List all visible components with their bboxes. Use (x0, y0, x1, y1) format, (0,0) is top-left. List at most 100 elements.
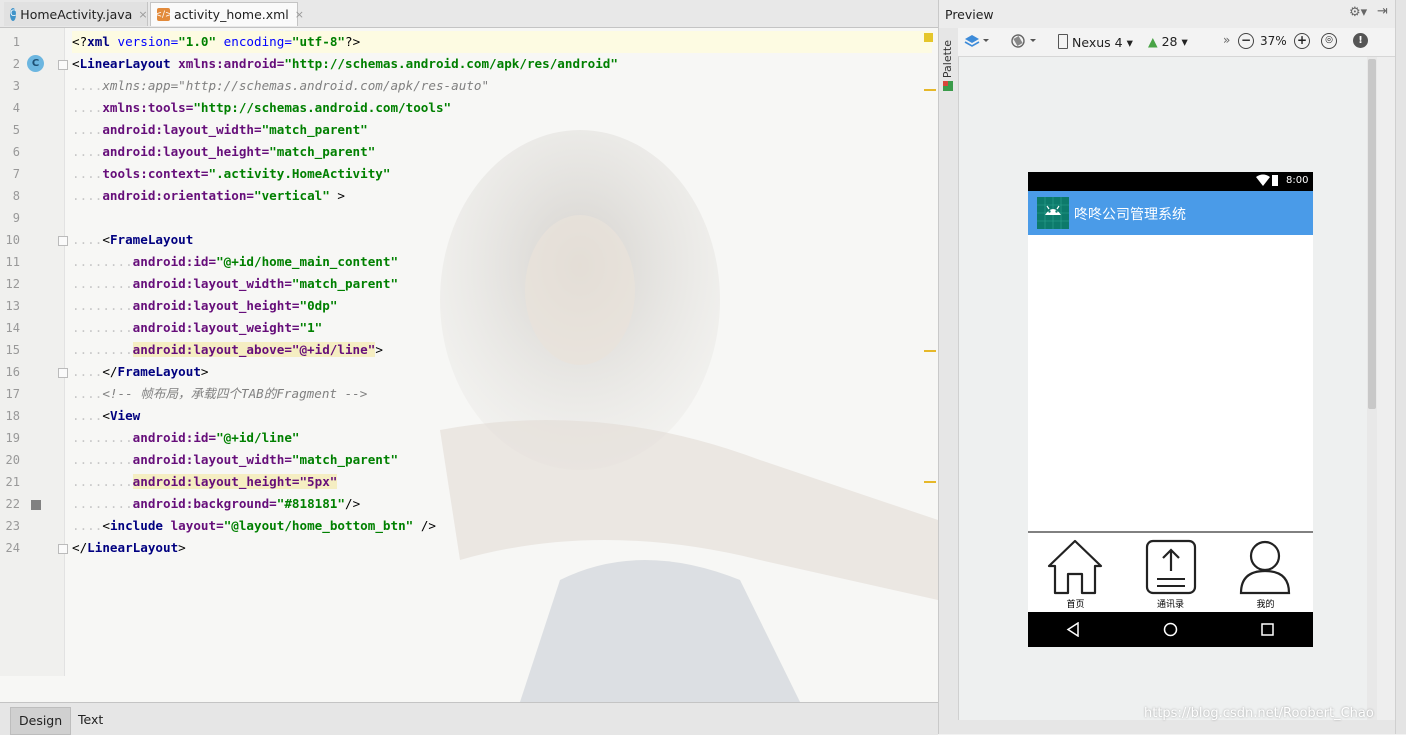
nav-item-contacts[interactable]: 通讯录 (1123, 533, 1218, 612)
code-line[interactable]: ........android:layout_width="match_pare… (72, 449, 932, 471)
code-token: xmlns:app="http://schemas.android.com/ap… (102, 78, 490, 93)
code-line[interactable]: ........android:background="#818181"/> (72, 493, 932, 515)
preview-scrollbar[interactable] (1367, 57, 1377, 720)
device-selector[interactable]: Nexus 4 ▾ (1058, 34, 1133, 50)
orientation-icon[interactable] (1010, 32, 1040, 53)
close-icon[interactable]: × (138, 8, 147, 21)
palette-icon[interactable] (942, 80, 954, 92)
code-token: ........ (72, 298, 133, 313)
code-token: FrameLayout (117, 364, 201, 379)
tab-design[interactable]: Design (10, 707, 72, 735)
code-line[interactable]: ....<!-- 帧布局，承载四个TAB的Fragment --> (72, 383, 932, 405)
line-number: 15 (5, 343, 20, 357)
line-number: 22 (5, 497, 20, 511)
palette-strip[interactable]: Palette (939, 28, 959, 734)
gear-icon[interactable]: ⚙▾ (1349, 5, 1367, 20)
close-icon[interactable]: × (295, 8, 304, 21)
code-line[interactable]: </LinearLayout> (72, 537, 932, 559)
code-line[interactable]: ....</FrameLayout> (72, 361, 932, 383)
code-line[interactable]: ........android:id="@+id/line" (72, 427, 932, 449)
code-line[interactable]: <?xml version="1.0" encoding="utf-8"?> (72, 31, 932, 53)
code-token: xmlns:android= (170, 56, 285, 71)
android-icon: ▲ (1148, 34, 1158, 49)
code-line[interactable]: ........android:layout_above="@+id/line"… (72, 339, 932, 361)
code-token: android:background= (132, 496, 277, 511)
code-token: "http://schemas.android.com/apk/res/andr… (284, 56, 618, 71)
tab-home-activity-java[interactable]: C HomeActivity.java × (4, 2, 148, 26)
code-line[interactable]: ........android:id="@+id/home_main_conte… (72, 251, 932, 273)
class-gutter-icon[interactable]: C (27, 55, 44, 72)
code-line[interactable]: ....<FrameLayout (72, 229, 932, 251)
nav-item-profile[interactable]: 我的 (1218, 533, 1313, 612)
overflow-icon[interactable]: » (1223, 33, 1230, 47)
code-token: ........ (72, 254, 133, 269)
recents-icon[interactable] (1261, 623, 1274, 636)
line-number: 14 (5, 321, 20, 335)
code-line[interactable]: ....tools:context=".activity.HomeActivit… (72, 163, 932, 185)
system-nav-bar (1028, 612, 1313, 647)
warning-marker[interactable] (924, 481, 936, 483)
preview-title: Preview (945, 7, 994, 22)
warning-marker[interactable] (924, 89, 936, 91)
phone-device-icon (1058, 34, 1068, 49)
tab-text[interactable]: Text (70, 707, 111, 733)
code-line[interactable]: ........android:layout_width="match_pare… (72, 273, 932, 295)
code-line[interactable]: ....xmlns:app="http://schemas.android.co… (72, 75, 932, 97)
zoom-fit-icon[interactable]: ◎ (1321, 33, 1337, 49)
palette-label[interactable]: Palette (941, 40, 954, 78)
code-token: > (200, 364, 209, 379)
code-token: android:layout_height= (102, 144, 270, 159)
line-number: 2 (12, 57, 20, 71)
code-token: xml (87, 34, 110, 49)
right-tool-strip (1395, 0, 1406, 734)
code-line[interactable]: ........android:layout_height="0dp" (72, 295, 932, 317)
nav-item-home[interactable]: 首页 (1028, 533, 1123, 612)
hide-panel-icon[interactable]: ⇥ (1377, 4, 1388, 19)
warning-marker[interactable] (924, 350, 936, 352)
code-token: .... (72, 364, 103, 379)
code-line[interactable]: <LinearLayout xmlns:android="http://sche… (72, 53, 932, 75)
code-line[interactable]: ....android:layout_height="match_parent" (72, 141, 932, 163)
line-number: 13 (5, 299, 20, 313)
code-line[interactable]: ....<View (72, 405, 932, 427)
code-token: "#818181" (276, 496, 345, 511)
code-line[interactable]: ....<include layout="@layout/home_bottom… (72, 515, 932, 537)
app-launcher-icon (1037, 197, 1069, 229)
code-token: android:layout_height= (132, 298, 300, 313)
code-line[interactable]: ........android:layout_weight="1" (72, 317, 932, 339)
code-line[interactable] (72, 207, 932, 229)
zoom-in-icon[interactable]: + (1294, 33, 1310, 49)
upload-icon (1145, 539, 1197, 595)
code-line[interactable]: ....android:layout_width="match_parent" (72, 119, 932, 141)
design-surface-icon[interactable] (964, 33, 990, 52)
back-icon[interactable] (1066, 622, 1080, 637)
code-token: <!-- 帧布局，承载四个TAB的Fragment --> (102, 386, 368, 401)
api-level-selector[interactable]: ▲ 28 ▾ (1148, 34, 1188, 49)
code-area[interactable]: <?xml version="1.0" encoding="utf-8"?> <L… (64, 28, 938, 676)
color-swatch-icon[interactable] (31, 499, 41, 513)
line-number: 1 (12, 35, 20, 49)
code-token: <? (72, 34, 88, 49)
code-token: ........ (72, 496, 133, 511)
code-token: android:layout_above="@+id/line" (132, 342, 376, 357)
code-line[interactable]: ........android:layout_height="5px" (72, 471, 932, 493)
wifi-icon (1256, 174, 1270, 189)
code-token: ........ (72, 452, 133, 467)
app-title: 咚咚公司管理系统 (1074, 207, 1186, 223)
app-bar: 咚咚公司管理系统 (1028, 191, 1313, 235)
code-token: .... (72, 166, 103, 181)
file-status-icon[interactable] (924, 33, 933, 42)
line-number: 20 (5, 453, 20, 467)
battery-icon (1272, 175, 1278, 186)
line-number: 4 (12, 101, 20, 115)
code-token: .... (72, 232, 103, 247)
code-line[interactable]: ....xmlns:tools="http://schemas.android.… (72, 97, 932, 119)
zoom-out-icon[interactable]: − (1238, 33, 1254, 49)
tab-activity-home-xml[interactable]: </> activity_home.xml × (150, 2, 304, 26)
warning-icon[interactable]: ! (1353, 33, 1368, 48)
code-token: "utf-8" (291, 34, 345, 49)
home-circle-icon[interactable] (1163, 622, 1178, 637)
code-line[interactable]: ....android:orientation="vertical" > (72, 185, 932, 207)
scrollbar-thumb[interactable] (1368, 59, 1376, 409)
line-number: 24 (5, 541, 20, 555)
